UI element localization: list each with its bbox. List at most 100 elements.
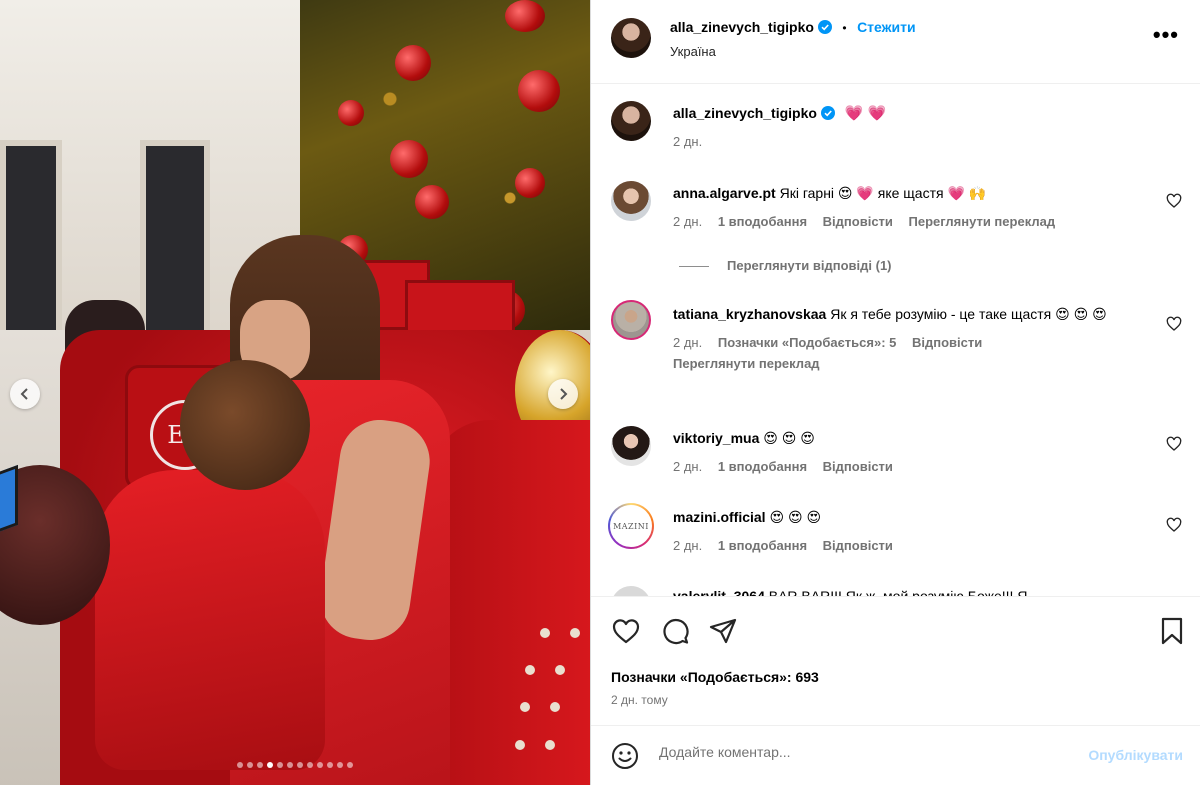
ornament — [338, 100, 364, 126]
share-icon[interactable] — [708, 616, 738, 646]
ornament — [505, 0, 545, 32]
comment-likes[interactable]: 1 вподобання — [718, 538, 807, 553]
caption-time[interactable]: 2 дн. — [673, 134, 702, 149]
post-header: alla_zinevych_tigipko • Стежити Україна … — [591, 0, 1200, 84]
carousel-dot — [267, 762, 273, 768]
translate-button[interactable]: Переглянути переклад — [673, 353, 1153, 374]
carousel-dot — [247, 762, 253, 768]
ornament — [390, 140, 428, 178]
caption-username[interactable]: alla_zinevych_tigipko — [673, 105, 817, 121]
verified-badge-icon — [817, 20, 832, 34]
heart-icon[interactable] — [1166, 517, 1182, 533]
likes-count[interactable]: Позначки «Подобається»: 693 — [611, 669, 819, 685]
sofa-stud — [570, 628, 580, 638]
tablet-device — [0, 464, 18, 536]
post-location[interactable]: Україна — [670, 44, 716, 59]
carousel-dots — [0, 762, 590, 768]
sofa-armrest — [430, 420, 590, 785]
comment-text: 😍 😍 😍 — [763, 430, 815, 446]
background-door — [140, 140, 210, 350]
translate-button[interactable]: Переглянути переклад — [909, 214, 1056, 229]
heart-icon[interactable] — [611, 616, 641, 646]
reply-button[interactable]: Відповісти — [823, 538, 893, 553]
post-media[interactable]: ER — [0, 0, 590, 785]
comment-time[interactable]: 2 дн. — [673, 538, 702, 553]
more-options-button[interactable]: ••• — [1153, 24, 1179, 46]
carousel-dot — [287, 762, 293, 768]
commenter-avatar[interactable]: MAZINI — [608, 503, 654, 549]
sofa-stud — [545, 740, 555, 750]
commenter-avatar[interactable] — [611, 181, 651, 221]
smiley-icon[interactable] — [611, 742, 639, 770]
ornament — [515, 168, 545, 198]
sofa-stud — [520, 702, 530, 712]
reply-button[interactable]: Відповісти — [823, 459, 893, 474]
comment-text: BAR BARIII Як ж. мой розумію Боже!!! Я — [768, 588, 1028, 596]
heart-icon[interactable] — [1166, 316, 1182, 332]
sofa-stud — [515, 740, 525, 750]
comment-username[interactable]: viktoriy_mua — [673, 430, 759, 446]
heart-icon[interactable] — [1166, 436, 1182, 452]
comment-composer: Опублікувати — [591, 726, 1200, 785]
carousel-dot — [317, 762, 323, 768]
heart-icon[interactable] — [1166, 193, 1182, 209]
carousel-prev-button[interactable] — [10, 379, 40, 409]
carousel-dot — [277, 762, 283, 768]
bookmark-icon[interactable] — [1157, 616, 1187, 646]
author-avatar[interactable] — [611, 18, 651, 58]
child-hair — [180, 360, 310, 490]
sofa-stud — [555, 665, 565, 675]
comment-text: Як я тебе розумію - це таке щастя 😍 😍 😍 — [830, 306, 1107, 322]
sofa-stud — [550, 702, 560, 712]
post-modal: ER alla_zinevych_tigipko • Стежити Украї… — [0, 0, 1200, 785]
child-red-dress — [95, 470, 325, 770]
ornament — [395, 45, 431, 81]
comments-list[interactable]: alla_zinevych_tigipko 💗 💗 2 дн. anna.alg… — [591, 84, 1200, 596]
comment-likes[interactable]: Позначки «Подобається»: 5 — [718, 335, 897, 350]
header-separator: • — [842, 21, 847, 35]
carousel-dot — [257, 762, 263, 768]
comment-likes[interactable]: 1 вподобання — [718, 214, 807, 229]
caption-text: 💗 💗 — [844, 105, 887, 122]
sofa-stud — [540, 628, 550, 638]
comment-input[interactable] — [659, 744, 1039, 760]
carousel-dot — [237, 762, 243, 768]
author-username[interactable]: alla_zinevych_tigipko — [670, 19, 814, 35]
comment-likes[interactable]: 1 вподобання — [718, 459, 807, 474]
comment-text: Які гарні 😍 💗 яке щастя 💗 🙌 — [779, 185, 987, 201]
comment-time[interactable]: 2 дн. — [673, 459, 702, 474]
reply-button[interactable]: Відповісти — [912, 335, 982, 350]
carousel-next-button[interactable] — [548, 379, 578, 409]
ornament — [518, 70, 560, 112]
comment-username[interactable]: mazini.official — [673, 509, 766, 525]
verified-badge-icon — [820, 106, 835, 120]
chevron-right-icon — [560, 388, 568, 400]
comment-time[interactable]: 2 дн. — [673, 335, 702, 350]
carousel-dot — [307, 762, 313, 768]
commenter-avatar[interactable] — [611, 300, 651, 340]
post-details: alla_zinevych_tigipko • Стежити Україна … — [590, 0, 1200, 785]
comment-icon[interactable] — [660, 616, 690, 646]
view-replies-button[interactable]: Переглянути відповіді (1) — [679, 258, 892, 273]
carousel-dot — [337, 762, 343, 768]
commenter-avatar[interactable] — [611, 426, 651, 466]
post-timestamp[interactable]: 2 дн. тому — [611, 693, 668, 707]
mazini-logo: MAZINI — [610, 505, 652, 547]
chevron-left-icon — [20, 388, 28, 400]
commenter-avatar[interactable] — [611, 586, 651, 596]
comment-username[interactable]: tatiana_kryzhanovskaa — [673, 306, 826, 322]
comment-time[interactable]: 2 дн. — [673, 214, 702, 229]
reply-button[interactable]: Відповісти — [823, 214, 893, 229]
publish-button[interactable]: Опублікувати — [1088, 747, 1183, 763]
author-avatar[interactable] — [611, 101, 651, 141]
post-actions: Позначки «Подобається»: 693 2 дн. тому — [591, 596, 1200, 726]
comment-username[interactable]: valerylit_3064 — [673, 588, 765, 596]
carousel-dot — [327, 762, 333, 768]
sofa-stud — [525, 665, 535, 675]
comment-text: 😍 😍 😍 — [769, 509, 822, 525]
carousel-dot — [347, 762, 353, 768]
comment-username[interactable]: anna.algarve.pt — [673, 185, 776, 201]
background-door — [0, 140, 62, 350]
follow-button[interactable]: Стежити — [857, 19, 916, 35]
carousel-dot — [297, 762, 303, 768]
